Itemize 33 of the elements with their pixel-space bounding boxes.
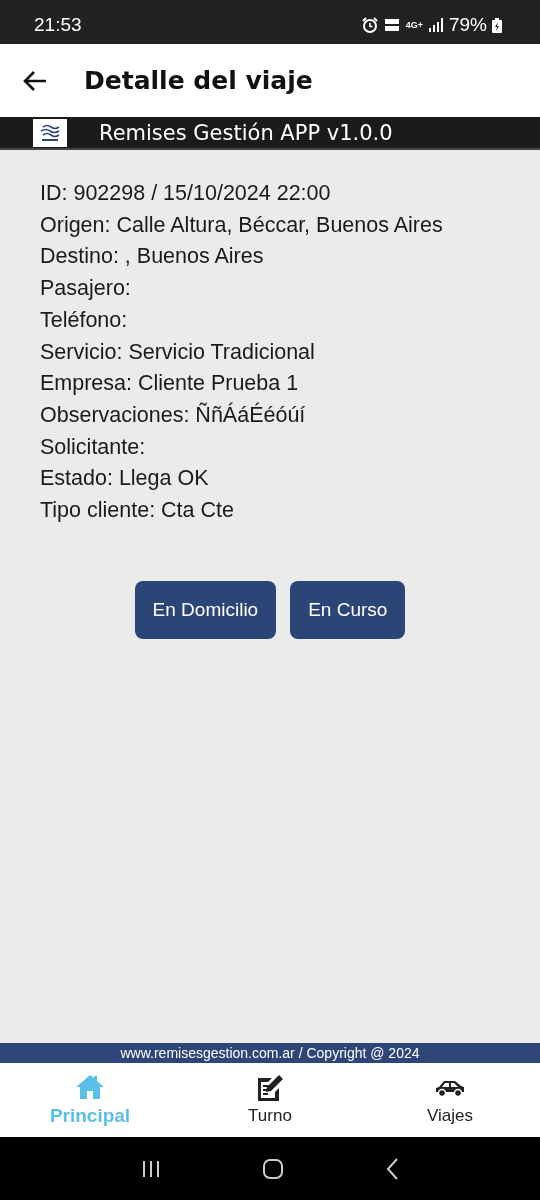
footer-text: www.remisesgestion.com.ar / Copyright @ 2024 (0, 1043, 540, 1063)
status-time: 21:53 (34, 14, 82, 36)
signal-icon (427, 18, 444, 32)
detail-line: Destino: , Buenos Aires (40, 243, 265, 271)
detail-line: Estado: Llega OK (40, 465, 210, 493)
recents-icon (140, 1158, 161, 1179)
action-button[interactable]: En Curso (290, 580, 406, 639)
detail-line: Servicio: Servicio Tradicional (40, 338, 316, 366)
document-pencil-icon (256, 1074, 284, 1102)
alarm-icon (361, 17, 378, 33)
network-type: 4G+ (405, 20, 423, 30)
action-button[interactable]: En Domicilio (134, 580, 277, 639)
detail-line: Empresa: Cliente Prueba 1 (40, 370, 300, 398)
detail-line: Tipo cliente: Cta Cte (40, 497, 235, 525)
back-button[interactable] (22, 69, 48, 92)
back-arrow-icon (22, 69, 48, 92)
car-icon (434, 1079, 466, 1097)
screen-title: Detalle del viaje (84, 66, 313, 95)
detail-line: Origen: Calle Altura, Béccar, Buenos Aires (40, 211, 444, 239)
nav-tab[interactable]: Turno (180, 1063, 360, 1137)
detail-line: ID: 902298 / 15/10/2024 22:00 (40, 180, 332, 207)
battery-icon (492, 17, 502, 33)
home-button-icon (262, 1157, 284, 1180)
detail-line: Teléfono: (40, 306, 129, 334)
app-name: Remises Gestión APP v1.0.0 (99, 120, 393, 145)
detail-line: Solicitante: (40, 433, 147, 461)
detail-line: Observaciones: ÑñÁáÉéóúí (40, 401, 307, 429)
back-icon (385, 1157, 400, 1180)
logo-icon (33, 118, 67, 147)
nav-tab[interactable]: Viajes (360, 1063, 540, 1137)
detail-line: Pasajero: (40, 275, 132, 303)
battery-percent: 79% (448, 14, 487, 36)
home-icon (75, 1074, 105, 1100)
